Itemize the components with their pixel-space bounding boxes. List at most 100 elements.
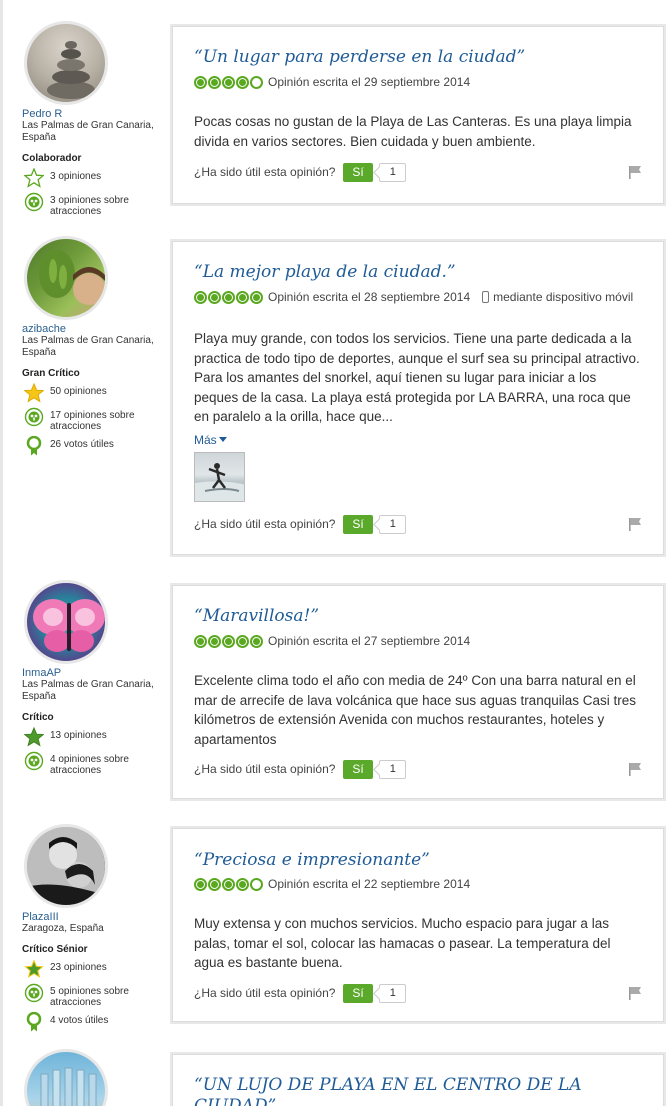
helpful-question: ¿Ha sido útil esta opinión?: [194, 762, 336, 776]
member-info: [22, 1049, 162, 1106]
badge-attraction-reviews: 3 opiniones sobre atracciones: [22, 192, 162, 217]
rating-bubble-filled: [222, 290, 235, 304]
helpful-row: ¿Ha sido útil esta opinión? Sí 1: [194, 759, 406, 779]
member-info: azibache Las Palmas de Gran Canaria, Esp…: [22, 236, 162, 456]
review-card: “La mejor playa de la ciudad.” Opinión e…: [170, 239, 666, 557]
rating-bubble-filled: [208, 877, 221, 891]
helpful-row: ¿Ha sido útil esta opinión? Sí 1: [194, 983, 406, 1003]
mobile-label: mediante dispositivo móvil: [493, 290, 634, 304]
review-card: “Maravillosa!” Opinión escrita el 27 sep…: [170, 583, 666, 801]
star-green-icon: [24, 727, 44, 747]
username[interactable]: InmaAP: [22, 667, 162, 679]
review-body: Muy extensa y con muchos servicios. Much…: [194, 916, 611, 970]
rating-bubbles: [194, 75, 264, 89]
review-title[interactable]: “La mejor playa de la ciudad.”: [194, 262, 456, 283]
flag-icon[interactable]: [628, 986, 642, 1000]
username[interactable]: Pedro R: [22, 108, 162, 120]
helpful-question: ¿Ha sido útil esta opinión?: [194, 517, 336, 531]
rating-bubble-filled: [208, 634, 221, 648]
rating-row: Opinión escrita el 22 septiembre 2014: [194, 877, 470, 891]
helpful-yes-button[interactable]: Sí: [343, 162, 373, 182]
helpful-count: 1: [378, 162, 406, 182]
attraction-owl-icon: [24, 751, 44, 771]
beach-posts-image: [40, 1067, 97, 1106]
flag-icon[interactable]: [628, 165, 642, 179]
badge-helpful-votes: 26 votos útiles: [22, 436, 162, 456]
username[interactable]: azibache: [22, 323, 162, 335]
attraction-owl-icon: [24, 983, 44, 1003]
badge-reviews: 23 opiniones: [22, 959, 162, 979]
rating-bubbles: [194, 877, 264, 891]
review-date: Opinión escrita el 27 septiembre 2014: [268, 634, 471, 648]
rating-bubble-filled: [222, 877, 235, 891]
rating-bubble-filled: [236, 75, 249, 89]
review-title[interactable]: “Un lugar para perderse en la ciudad”: [194, 47, 525, 68]
review-body: Pocas cosas no gustan de la Playa de Las…: [194, 114, 632, 149]
rating-bubble-filled: [250, 290, 263, 304]
helpful-question: ¿Ha sido útil esta opinión?: [194, 165, 336, 179]
helpful-yes-button[interactable]: Sí: [343, 983, 373, 1003]
member-info: Pedro R Las Palmas de Gran Canaria, Espa…: [22, 21, 162, 217]
rating-bubble-filled: [194, 290, 207, 304]
review-title[interactable]: “Preciosa e impresionante”: [194, 850, 430, 871]
helpful-row: ¿Ha sido útil esta opinión? Sí 1: [194, 162, 406, 182]
flag-icon[interactable]: [628, 762, 642, 776]
rating-bubbles: [194, 290, 264, 304]
star-outline-icon: [24, 168, 44, 188]
attraction-owl-icon: [24, 407, 44, 427]
rating-bubble-filled: [194, 877, 207, 891]
rating-bubbles: [194, 634, 264, 648]
helpful-row: ¿Ha sido útil esta opinión? Sí 1: [194, 514, 406, 534]
username[interactable]: PlazaIII: [22, 911, 162, 923]
attraction-owl-icon: [24, 192, 44, 212]
review-photo[interactable]: [194, 452, 245, 502]
ribbon-icon: [24, 1012, 44, 1032]
avatar[interactable]: [24, 21, 108, 105]
flag-icon[interactable]: [628, 517, 642, 531]
badge-attraction-reviews: 17 opiniones sobre atracciones: [22, 407, 162, 432]
avatar[interactable]: [24, 824, 108, 908]
rating-row: Opinión escrita el 27 septiembre 2014: [194, 634, 470, 648]
member-info: InmaAP Las Palmas de Gran Canaria, Españ…: [22, 580, 162, 776]
rating-bubble-filled: [236, 290, 249, 304]
rating-row: Opinión escrita el 29 septiembre 2014: [194, 75, 470, 89]
phone-icon: [482, 291, 490, 303]
review-date: Opinión escrita el 28 septiembre 2014: [268, 290, 471, 304]
butterfly-image: [33, 599, 105, 652]
review-date: Opinión escrita el 29 septiembre 2014: [268, 75, 471, 89]
reviewer-level: Crítico: [22, 712, 54, 723]
avatar[interactable]: [24, 580, 108, 664]
rating-bubble-filled: [208, 290, 221, 304]
rating-bubble-filled: [222, 75, 235, 89]
badge-attraction-reviews: 5 opiniones sobre atracciones: [22, 983, 162, 1008]
reviewer-level: Crítico Sénior: [22, 944, 88, 955]
review-title[interactable]: “UN LUJO DE PLAYA EN EL CENTRO DE LA CIU…: [194, 1075, 624, 1106]
rating-bubble-empty: [250, 75, 263, 89]
review-card: “Un lugar para perderse en la ciudad” Op…: [170, 24, 666, 206]
avatar[interactable]: [24, 1049, 108, 1106]
member-location: Zaragoza, España: [22, 923, 104, 934]
review-title[interactable]: “Maravillosa!”: [194, 606, 319, 627]
stones-image: [47, 41, 95, 99]
rating-bubble-filled: [194, 634, 207, 648]
left-border: [0, 0, 3, 1106]
star-gold-icon: [24, 383, 44, 403]
couple-photo-image: [27, 827, 105, 905]
avatar[interactable]: [24, 236, 108, 320]
rating-bubble-filled: [222, 634, 235, 648]
helpful-yes-button[interactable]: Sí: [343, 514, 373, 534]
more-link[interactable]: Más: [194, 433, 227, 447]
helpful-yes-button[interactable]: Sí: [343, 759, 373, 779]
review-card: “UN LUJO DE PLAYA EN EL CENTRO DE LA CIU…: [170, 1052, 666, 1106]
rating-bubble-empty: [250, 877, 263, 891]
ribbon-icon: [24, 436, 44, 456]
badge-reviews: 3 opiniones: [22, 168, 162, 188]
rating-bubble-filled: [236, 877, 249, 891]
helpful-count: 1: [378, 514, 406, 534]
badge-reviews: 13 opiniones: [22, 727, 162, 747]
member-location: Las Palmas de Gran Canaria, España: [22, 679, 154, 702]
member-location: Las Palmas de Gran Canaria, España: [22, 120, 154, 143]
helpful-count: 1: [378, 983, 406, 1003]
helpful-question: ¿Ha sido útil esta opinión?: [194, 986, 336, 1000]
badge-helpful-votes: 4 votos útiles: [22, 1012, 162, 1032]
